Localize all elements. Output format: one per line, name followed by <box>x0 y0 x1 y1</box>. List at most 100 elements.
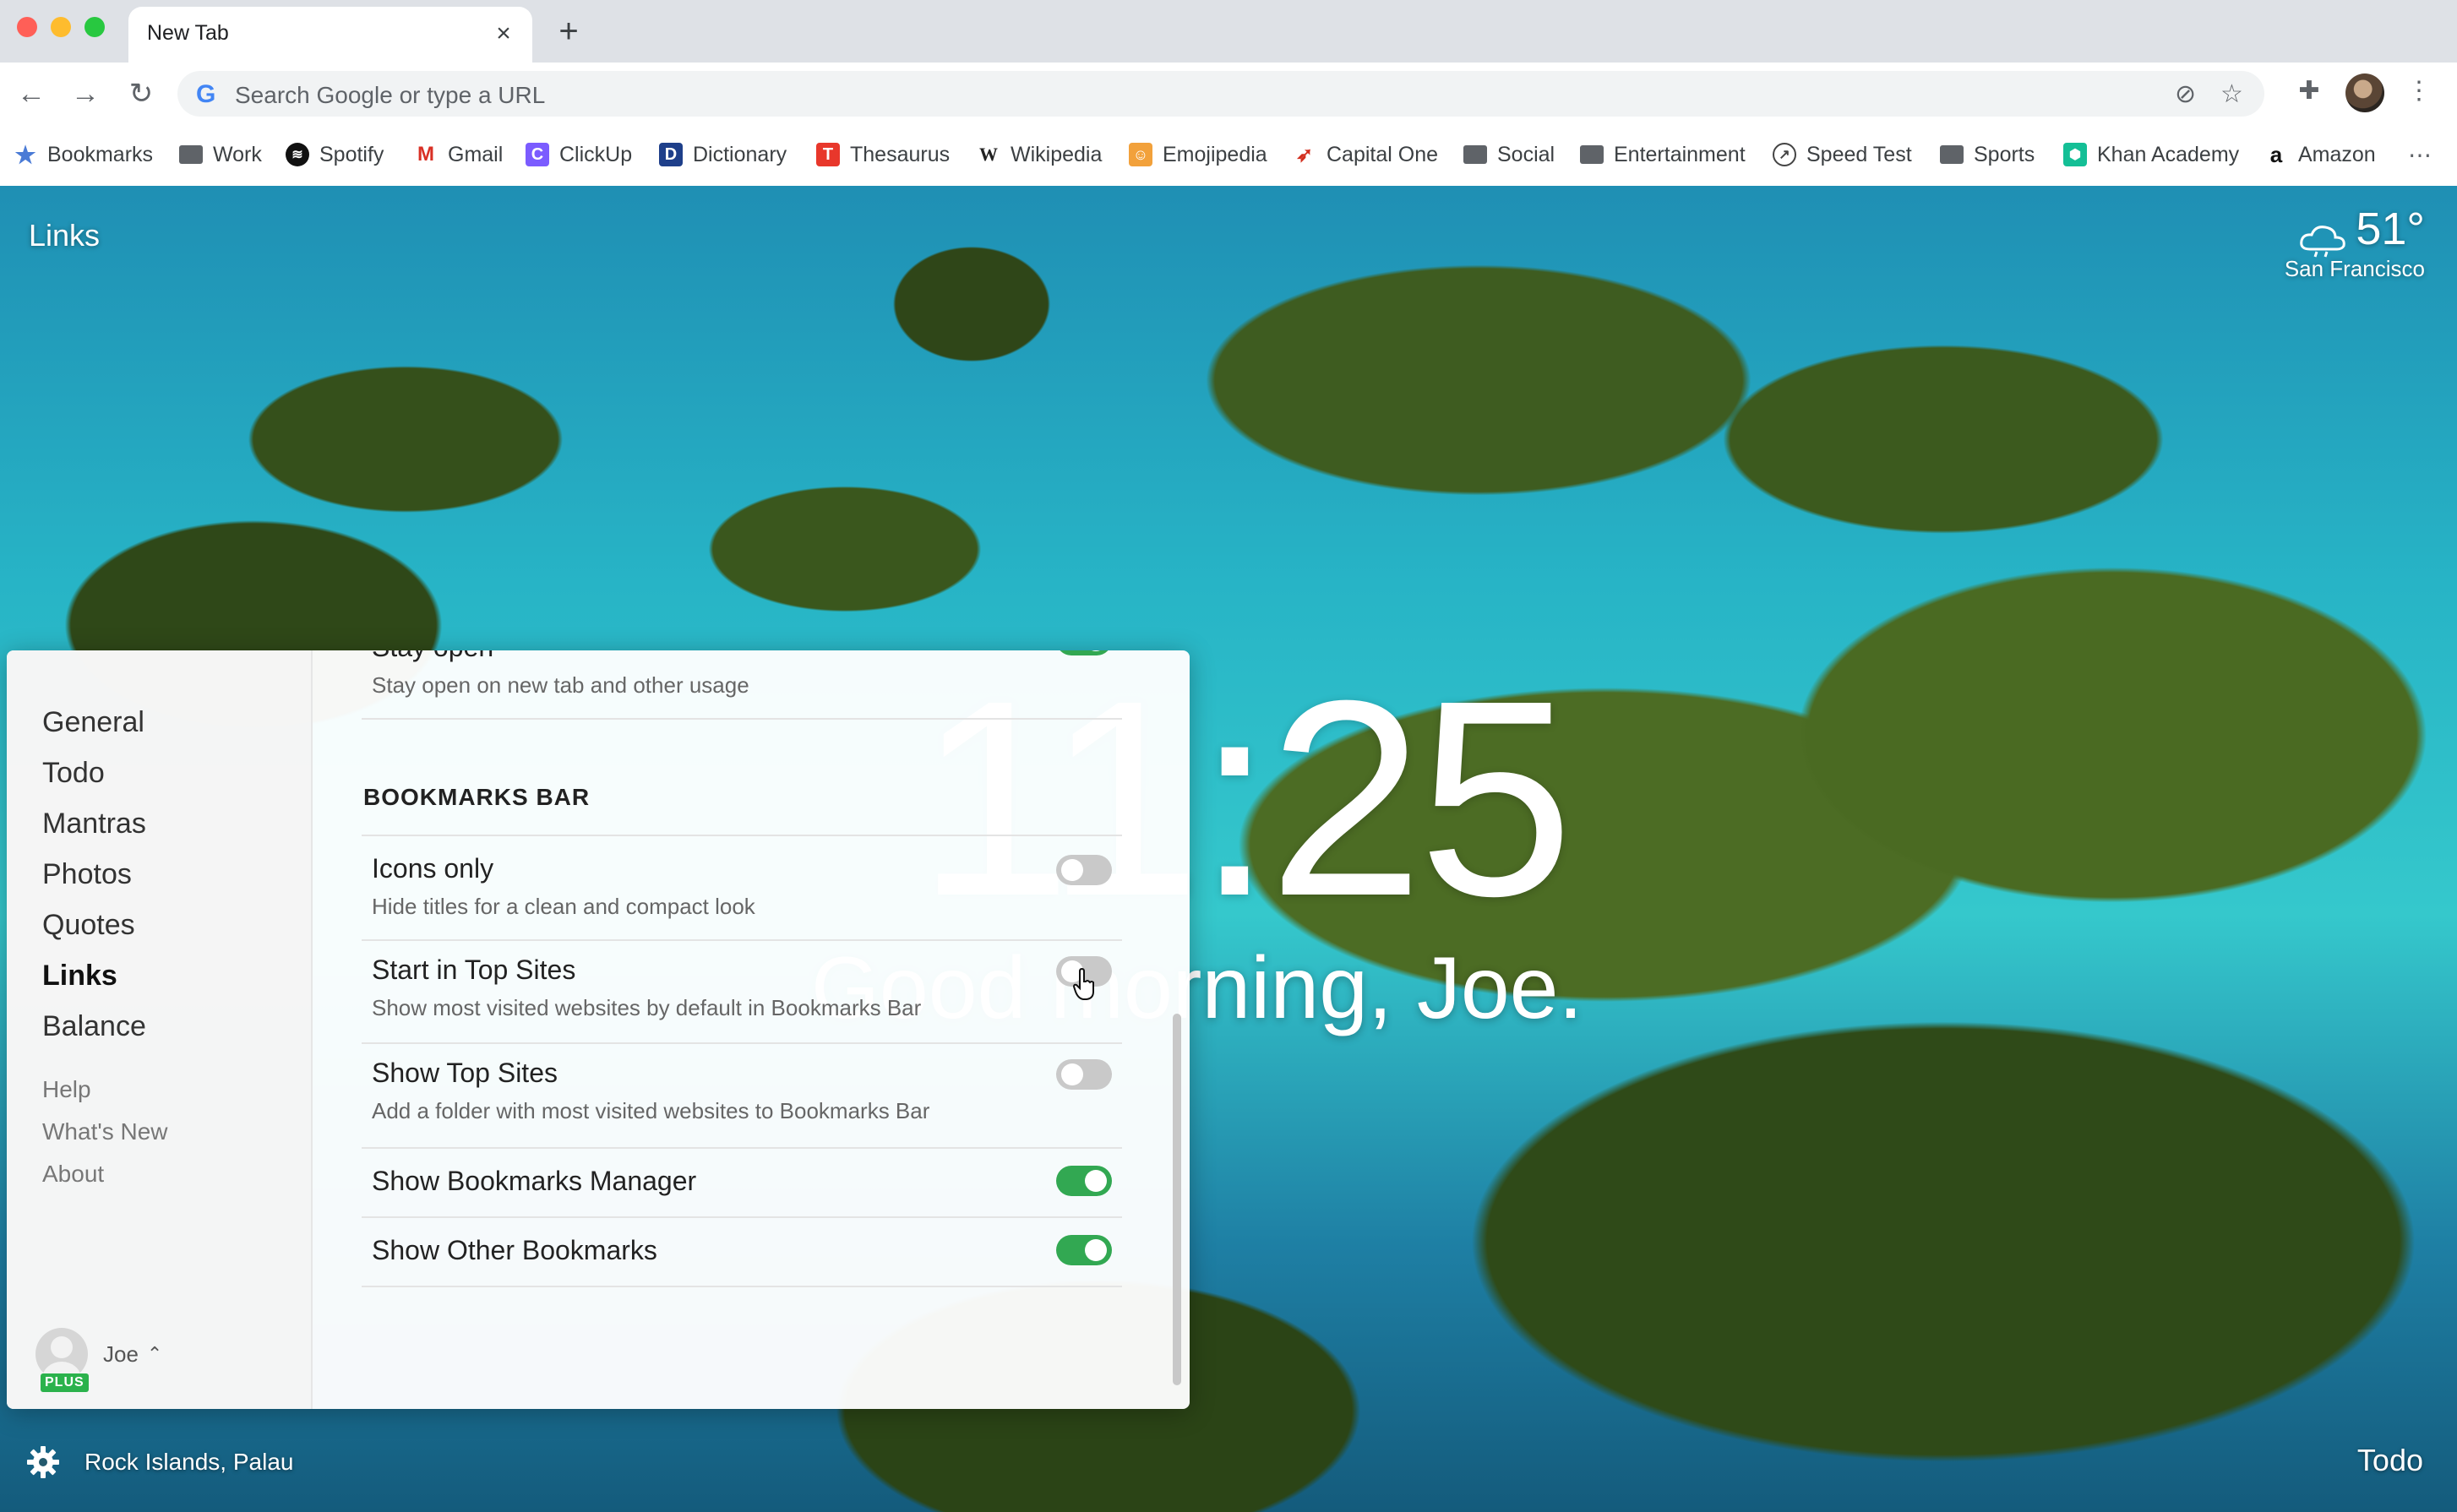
bookmark-entertainment[interactable]: Entertainment <box>1580 140 1746 169</box>
bookmark-wikipedia[interactable]: W Wikipedia <box>977 140 1102 169</box>
bookmark-label: Entertainment <box>1614 142 1746 166</box>
browser-toolbar: ← → ↻ G Search Google or type a URL ⊘ ☆ … <box>0 63 2457 125</box>
photo-info: Rock Islands, Palau <box>25 1444 293 1480</box>
user-name: Joe <box>103 1341 139 1367</box>
tab-strip: New Tab × + <box>0 0 2457 63</box>
bookmark-label: Emojipedia <box>1163 142 1267 166</box>
scrollbar[interactable] <box>1173 1014 1181 1385</box>
gear-icon[interactable] <box>25 1444 61 1480</box>
close-tab-icon[interactable]: × <box>487 17 520 51</box>
nav-mantras[interactable]: Mantras <box>42 808 146 840</box>
amazon-icon: a <box>2269 141 2283 167</box>
bookmark-label: Amazon <box>2298 142 2376 166</box>
nav-balance[interactable]: Balance <box>42 1010 146 1043</box>
weather-widget[interactable]: 51° San Francisco <box>2273 203 2425 282</box>
speedtest-icon: ↗ <box>1773 143 1796 166</box>
settings-panel: General Todo Mantras Photos Quotes Links… <box>7 650 1190 1409</box>
setting-description: Add a folder with most visited websites … <box>372 1098 930 1123</box>
bookmark-label: Sports <box>1974 142 2035 166</box>
bookmark-label: Wikipedia <box>1011 142 1103 166</box>
setting-row: Icons only Hide titles for a clean and c… <box>362 835 1122 941</box>
nav-quotes[interactable]: Quotes <box>42 909 135 942</box>
folder-icon <box>1940 143 1964 166</box>
profile-avatar[interactable] <box>2345 73 2384 112</box>
bookmark-label: Capital One <box>1327 142 1439 166</box>
address-bar[interactable]: G Search Google or type a URL ⊘ ☆ <box>177 71 2264 117</box>
bookmark-khan-academy[interactable]: ⬢ Khan Academy <box>2063 140 2239 169</box>
setting-description: Show most visited websites by default in… <box>372 995 922 1020</box>
reload-icon[interactable]: ↻ <box>123 76 159 111</box>
nav-about[interactable]: About <box>42 1161 104 1188</box>
nav-photos[interactable]: Photos <box>42 858 132 891</box>
bookmark-bookmarks[interactable]: ★ Bookmarks <box>14 140 153 169</box>
bookmark-label: Speed Test <box>1806 142 1912 166</box>
setting-title: Start in Top Sites <box>372 955 576 985</box>
capital-one-icon: ➶ <box>1295 143 1314 166</box>
extensions-puzzle-icon[interactable]: ✚ <box>2291 76 2327 106</box>
nav-whats-new[interactable]: What's New <box>42 1118 168 1145</box>
links-button[interactable]: Links <box>29 218 100 253</box>
setting-row: Show Bookmarks Manager <box>362 1149 1122 1218</box>
avatar <box>35 1328 88 1380</box>
minimize-window-button[interactable] <box>51 17 71 37</box>
bookmark-star-icon[interactable]: ☆ <box>2220 79 2243 109</box>
close-window-button[interactable] <box>17 17 37 37</box>
bookmark-emojipedia[interactable]: ☺ Emojipedia <box>1129 140 1267 169</box>
bookmark-label: Gmail <box>448 142 504 166</box>
bookmark-speed-test[interactable]: ↗ Speed Test <box>1773 140 1912 169</box>
forward-icon[interactable]: → <box>68 76 103 111</box>
bookmark-dictionary[interactable]: D Dictionary <box>659 140 787 169</box>
toggle-show-other-bookmarks[interactable] <box>1056 1235 1112 1265</box>
toggle-stay-open[interactable] <box>1056 650 1112 655</box>
bookmark-thesaurus[interactable]: T Thesaurus <box>816 140 950 169</box>
photo-location[interactable]: Rock Islands, Palau <box>84 1449 293 1476</box>
nav-help[interactable]: Help <box>42 1076 91 1103</box>
camera-blocked-icon[interactable]: ⊘ <box>2175 79 2196 109</box>
bookmark-clickup[interactable]: C ClickUp <box>526 140 632 169</box>
bookmark-gmail[interactable]: M Gmail <box>414 140 503 169</box>
setting-title: Show Other Bookmarks <box>372 1235 657 1265</box>
todo-button[interactable]: Todo <box>2357 1443 2423 1478</box>
section-title: BOOKMARKS BAR <box>363 784 591 810</box>
bookmark-spotify[interactable]: ≋ Spotify <box>286 140 384 169</box>
nav-links[interactable]: Links <box>42 960 117 993</box>
gmail-icon: M <box>417 143 434 166</box>
setting-description: Hide titles for a clean and compact look <box>372 894 755 919</box>
bookmark-label: Spotify <box>319 142 384 166</box>
back-icon[interactable]: ← <box>14 76 49 111</box>
setting-row: Show Other Bookmarks <box>362 1218 1122 1287</box>
khan-academy-icon: ⬢ <box>2063 143 2087 166</box>
toggle-show-bookmarks-manager[interactable] <box>1056 1166 1112 1196</box>
toggle-icons-only[interactable] <box>1056 855 1112 885</box>
bookmark-label: Khan Academy <box>2097 142 2240 166</box>
setting-row: Show Top Sites Add a folder with most vi… <box>362 1044 1122 1149</box>
setting-title: Stay open <box>372 650 493 663</box>
maximize-window-button[interactable] <box>84 17 105 37</box>
user-menu[interactable]: PLUS Joe ⌃ <box>35 1328 162 1392</box>
setting-description: Stay open on new tab and other usage <box>372 672 749 698</box>
new-tab-button[interactable]: + <box>551 14 586 49</box>
google-icon: G <box>196 80 216 108</box>
bookmark-amazon[interactable]: a Amazon <box>2264 140 2376 169</box>
bookmark-sports[interactable]: Sports <box>1940 140 2035 169</box>
rain-cloud-icon <box>2300 225 2345 258</box>
bookmark-work[interactable]: Work <box>179 140 262 169</box>
weather-city: San Francisco <box>2284 255 2425 281</box>
bookmark-social[interactable]: Social <box>1463 140 1555 169</box>
nav-general[interactable]: General <box>42 706 144 739</box>
bookmark-label: ClickUp <box>559 142 633 166</box>
active-tab[interactable]: New Tab × <box>128 7 532 63</box>
toggle-show-top-sites[interactable] <box>1056 1059 1112 1090</box>
folder-icon <box>1463 143 1487 166</box>
nav-todo[interactable]: Todo <box>42 757 105 790</box>
settings-nav: General Todo Mantras Photos Quotes Links… <box>7 650 313 1409</box>
bookmark-label: Dictionary <box>693 142 787 166</box>
setting-row: Stay open Stay open on new tab and other… <box>362 650 1122 720</box>
setting-title: Show Top Sites <box>372 1058 558 1088</box>
bookmark-label: Bookmarks <box>47 142 154 166</box>
bookmarks-overflow-icon[interactable]: ⋯ <box>2408 140 2432 169</box>
bookmark-capital-one[interactable]: ➶ Capital One <box>1293 140 1438 169</box>
more-menu-icon[interactable]: ⋮ <box>2401 76 2437 106</box>
emojipedia-icon: ☺ <box>1129 143 1152 166</box>
settings-content: Stay open Stay open on new tab and other… <box>362 650 1122 1409</box>
